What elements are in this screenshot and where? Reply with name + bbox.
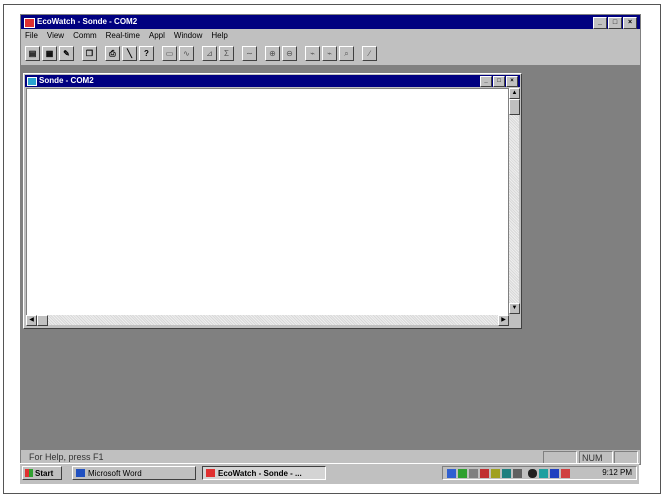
hscroll-thumb[interactable] — [37, 315, 48, 326]
taskbar-clock[interactable]: 9:12 PM — [602, 467, 632, 479]
start-button[interactable]: Start — [22, 466, 62, 480]
sonde-content-area[interactable] — [26, 88, 509, 316]
title-bar: EcoWatch - Sonde - COM2 _ □ × — [21, 15, 640, 29]
tray-device-icon[interactable] — [513, 469, 522, 478]
word-icon — [76, 469, 85, 477]
menu-bar: File View Comm Real-time Appl Window Hel… — [25, 30, 228, 42]
tray-headset-icon[interactable] — [528, 469, 537, 478]
help-icon[interactable]: ? — [139, 45, 154, 61]
print-icon[interactable]: ⎙ — [105, 45, 120, 61]
status-bar: For Help, press F1 NUM — [21, 451, 640, 464]
child-title-bar[interactable]: Sonde - COM2 _ □ × — [25, 75, 520, 87]
tray-globe-icon[interactable] — [502, 469, 511, 478]
child-minimize-button[interactable]: _ — [480, 76, 492, 87]
open-icon[interactable]: ▤ — [25, 45, 40, 61]
edit-icon[interactable]: ∕ — [362, 45, 377, 61]
wave-icon[interactable]: ∿ — [179, 45, 194, 61]
scroll-down-icon[interactable]: ▼ — [509, 303, 520, 314]
tray-mountain-icon[interactable] — [550, 469, 559, 478]
tray-alert-icon[interactable] — [561, 469, 570, 478]
sonde-icon — [27, 77, 37, 86]
task-label: Microsoft Word — [88, 469, 142, 478]
status-help-text: For Help, press F1 — [29, 452, 104, 462]
menu-window[interactable]: Window — [174, 30, 202, 42]
tray-monitor-icon[interactable] — [469, 469, 478, 478]
pen-icon[interactable]: ╲ — [122, 45, 137, 61]
child-maximize-button[interactable]: □ — [493, 76, 505, 87]
plot1-icon[interactable]: ⌁ — [305, 45, 320, 61]
tray-network-icon[interactable] — [447, 469, 456, 478]
tray-shield-icon[interactable] — [480, 469, 489, 478]
app-icon — [24, 18, 35, 28]
horizontal-scrollbar[interactable]: ◀ ▶ — [26, 315, 509, 326]
app-window: EcoWatch - Sonde - COM2 _ □ × File View … — [20, 14, 641, 465]
scroll-left-icon[interactable]: ◀ — [26, 315, 37, 326]
curve-icon[interactable]: ∼ — [242, 45, 257, 61]
scroll-right-icon[interactable]: ▶ — [498, 315, 509, 326]
tray-app-icon[interactable] — [458, 469, 467, 478]
windows-logo-icon — [25, 469, 33, 477]
task-ecowatch[interactable]: EcoWatch - Sonde - ... — [202, 466, 326, 480]
toolbar: ▤ ▦ ✎ ❐ ⎙ ╲ ? ▭ ∿ ⊿ Σ ∼ ⊕ ⊖ ⌁ ⌁ ⌕ ∕ — [25, 44, 379, 62]
chart-icon[interactable]: ⊿ — [202, 45, 217, 61]
task-label: EcoWatch - Sonde - ... — [218, 469, 302, 478]
table-icon[interactable]: ▭ — [162, 45, 177, 61]
plot3-icon[interactable]: ⌕ — [339, 45, 354, 61]
menu-appl[interactable]: Appl — [149, 30, 165, 42]
copy-icon[interactable]: ❐ — [82, 45, 97, 61]
vertical-scrollbar[interactable]: ▲ ▼ — [509, 88, 520, 314]
zoom-in-icon[interactable]: ⊕ — [265, 45, 280, 61]
task-microsoft-word[interactable]: Microsoft Word — [72, 466, 196, 480]
minimize-button[interactable]: _ — [593, 17, 607, 29]
plot2-icon[interactable]: ⌁ — [322, 45, 337, 61]
ecowatch-icon — [206, 469, 215, 477]
tray-sync-icon[interactable] — [539, 469, 548, 478]
start-label: Start — [35, 469, 54, 478]
menu-realtime[interactable]: Real-time — [106, 30, 140, 42]
child-title: Sonde - COM2 — [39, 76, 94, 85]
scroll-thumb[interactable] — [509, 99, 520, 115]
menu-file[interactable]: File — [25, 30, 38, 42]
maximize-button[interactable]: □ — [608, 17, 622, 29]
zoom-out-icon[interactable]: ⊖ — [282, 45, 297, 61]
tray-volume-icon[interactable] — [491, 469, 500, 478]
menu-view[interactable]: View — [47, 30, 64, 42]
scroll-up-icon[interactable]: ▲ — [509, 88, 520, 99]
menu-help[interactable]: Help — [211, 30, 227, 42]
close-button[interactable]: × — [623, 17, 637, 29]
window-title: EcoWatch - Sonde - COM2 — [37, 17, 138, 26]
graph-icon[interactable]: ✎ — [59, 45, 74, 61]
child-close-button[interactable]: × — [506, 76, 518, 87]
sonde-window: Sonde - COM2 _ □ × ▲ ▼ ◀ ▶ — [23, 73, 522, 329]
mdi-client-area: Sonde - COM2 _ □ × ▲ ▼ ◀ ▶ — [21, 65, 640, 450]
taskbar: Start Microsoft Word EcoWatch - Sonde - … — [20, 463, 639, 484]
system-tray: 9:12 PM — [442, 466, 637, 480]
save-icon[interactable]: ▦ — [42, 45, 57, 61]
stats-icon[interactable]: Σ — [219, 45, 234, 61]
menu-comm[interactable]: Comm — [73, 30, 97, 42]
